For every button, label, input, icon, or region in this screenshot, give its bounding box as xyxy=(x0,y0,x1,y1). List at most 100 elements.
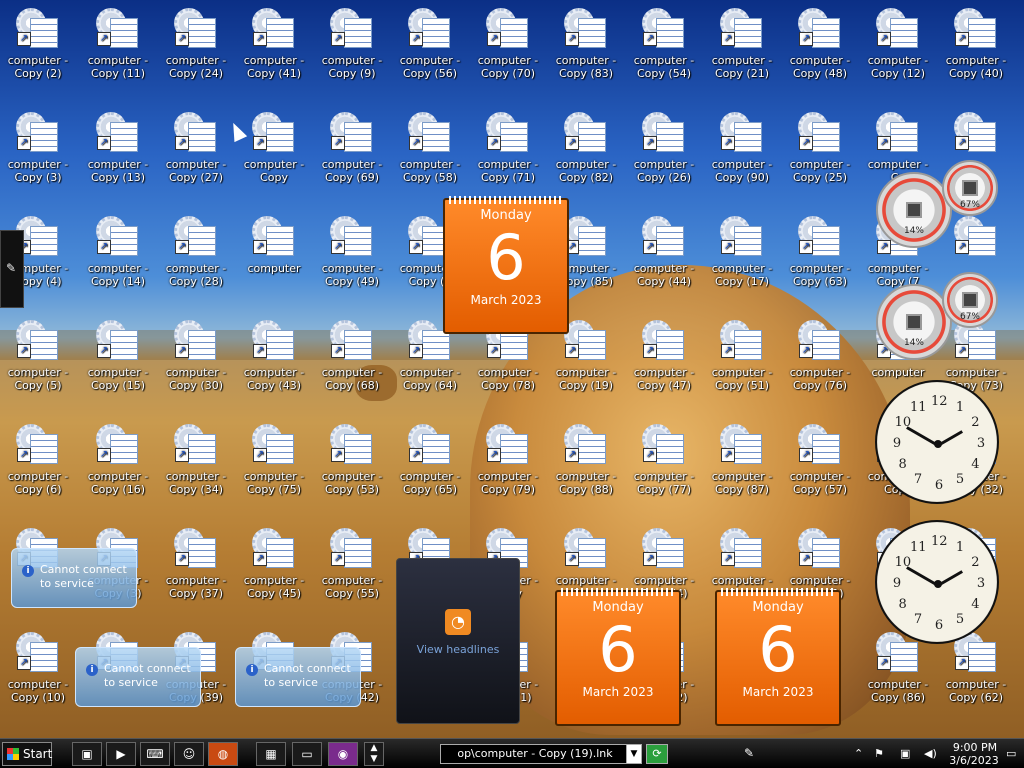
notice-gadget[interactable]: i Cannot connect to service xyxy=(75,647,201,707)
desktop-shortcut[interactable]: ↗ computer - Copy (90) xyxy=(704,106,780,206)
desktop-shortcut[interactable]: ↗ computer - Copy (16) xyxy=(80,418,156,518)
desktop-shortcut[interactable]: ↗ computer - Copy (12) xyxy=(860,2,936,102)
desktop-shortcut[interactable]: ↗ computer - Copy xyxy=(236,106,312,206)
shortcut-icon: ↗ xyxy=(14,110,62,154)
desktop-shortcut[interactable]: ↗ computer - Copy (65) xyxy=(392,418,468,518)
desktop-shortcut[interactable]: ↗ computer - Copy (3) xyxy=(0,106,76,206)
desktop-shortcut[interactable]: ↗ computer - Copy (11) xyxy=(80,2,156,102)
desktop-shortcut[interactable]: ↗ computer xyxy=(236,210,312,310)
notice-gadget[interactable]: i Cannot connect to service xyxy=(235,647,361,707)
desktop-shortcut[interactable]: ↗ computer - Copy (82) xyxy=(548,106,624,206)
desktop-shortcut[interactable]: ↗ computer - Copy (21) xyxy=(704,2,780,102)
feed-headlines-gadget[interactable]: ◔ View headlines xyxy=(396,558,520,724)
desktop-shortcut[interactable]: ↗ computer - Copy (34) xyxy=(158,418,234,518)
desktop-shortcut[interactable]: ↗ computer - Copy (43) xyxy=(236,314,312,414)
desktop-shortcut[interactable]: ↗ computer - Copy (17) xyxy=(704,210,780,310)
start-button[interactable]: Start xyxy=(2,742,52,766)
clock-gadget[interactable]: 1 2 3 4 5 6 7 8 9 10 11 12 xyxy=(875,520,999,644)
desktop-shortcut[interactable]: ↗ computer - Copy (76) xyxy=(782,314,858,414)
shortcut-label: computer - Copy (19) xyxy=(555,366,617,392)
desktop-shortcut[interactable]: ↗ computer - Copy (88) xyxy=(548,418,624,518)
desktop-shortcut[interactable]: ↗ computer - Copy (9) xyxy=(314,2,390,102)
desktop-shortcut[interactable]: ↗ computer - Copy (83) xyxy=(548,2,624,102)
desktop-shortcut[interactable]: ↗ computer - Copy (68) xyxy=(314,314,390,414)
desktop-shortcut[interactable]: ↗ computer - Copy (15) xyxy=(80,314,156,414)
chevron-down-icon[interactable]: ▼ xyxy=(626,744,642,764)
desktop-shortcut[interactable]: ↗ computer - Copy (69) xyxy=(314,106,390,206)
desktop-shortcut[interactable]: ↗ computer - Copy (45) xyxy=(236,522,312,622)
desktop-shortcut[interactable]: ↗ computer - Copy (44) xyxy=(626,210,702,310)
quicklaunch-scroll-icon[interactable]: ▲ ▼ xyxy=(364,742,384,766)
cpu-meter-gadget[interactable]: 14% xyxy=(876,284,952,360)
desktop-shortcut[interactable]: ↗ computer - Copy (70) xyxy=(470,2,546,102)
desktop-shortcut[interactable]: ↗ computer - Copy (27) xyxy=(158,106,234,206)
shortcut-label: computer - Copy (9) xyxy=(321,54,383,80)
desktop-shortcut[interactable]: ↗ computer - Copy (51) xyxy=(704,314,780,414)
go-button[interactable]: ⟳ xyxy=(646,744,668,764)
shortcut-icon: ↗ xyxy=(94,214,142,258)
desktop-shortcut[interactable]: ↗ computer - Copy (79) xyxy=(470,418,546,518)
media-player-quicklaunch-icon[interactable]: ▶ xyxy=(106,742,136,766)
clock-gadget[interactable]: 1 2 3 4 5 6 7 8 9 10 11 12 xyxy=(875,380,999,504)
desktop-shortcut[interactable]: ↗ computer - Copy (75) xyxy=(236,418,312,518)
desktop-shortcut[interactable]: ↗ computer - Copy (56) xyxy=(392,2,468,102)
desktop-shortcut[interactable]: ↗ computer - Copy (57) xyxy=(782,418,858,518)
desktop-shortcut[interactable]: ↗ computer - Copy (49) xyxy=(314,210,390,310)
firefox-quicklaunch-icon[interactable]: ◍ xyxy=(208,742,238,766)
desktop-shortcut[interactable]: ↗ computer - Copy (48) xyxy=(782,2,858,102)
edit-tray-icon[interactable]: ✎ xyxy=(744,746,754,760)
desktop-shortcut[interactable]: ↗ computer - Copy (40) xyxy=(938,2,1014,102)
desktop-shortcut[interactable]: ↗ computer - Copy (54) xyxy=(626,2,702,102)
desktop-shortcut[interactable]: ↗ computer - Copy (63) xyxy=(782,210,858,310)
desktop-shortcut[interactable]: ↗ computer - Copy (14) xyxy=(80,210,156,310)
show-desktop-icon[interactable]: ▭ xyxy=(1006,747,1016,760)
desktop-shortcut[interactable]: ↗ computer - Copy (6) xyxy=(0,418,76,518)
desktop-shortcut[interactable]: ↗ computer - Copy (26) xyxy=(626,106,702,206)
clock-time[interactable]: 9:00 PM xyxy=(950,741,1000,754)
calendar-gadget[interactable]: Monday 6 March 2023 xyxy=(443,196,569,334)
computer-quicklaunch-icon[interactable]: ▣ xyxy=(72,742,102,766)
clock-date[interactable]: 3/6/2023 xyxy=(946,754,1002,767)
desktop-shortcut[interactable]: ↗ computer - Copy (58) xyxy=(392,106,468,206)
shortcut-icon: ↗ xyxy=(172,422,220,466)
desktop-shortcut[interactable]: ↗ computer - Copy (30) xyxy=(158,314,234,414)
address-bar-input[interactable]: op\computer - Copy (19).lnk xyxy=(440,744,630,764)
desktop-shortcut[interactable]: ↗ computer - Copy (24) xyxy=(158,2,234,102)
shortcut-icon: ↗ xyxy=(484,6,532,50)
cpu-meter-gadget[interactable]: 14% xyxy=(876,172,952,248)
desktop-shortcut[interactable]: ↗ computer - Copy (77) xyxy=(626,418,702,518)
desktop-shortcut[interactable]: ↗ computer - Copy (28) xyxy=(158,210,234,310)
volume-icon[interactable]: ◀) xyxy=(924,747,937,760)
action-center-flag-icon[interactable]: ⚑ xyxy=(874,747,884,760)
desktop-shortcut[interactable]: ↗ computer - Copy (10) xyxy=(0,626,76,726)
desktop-shortcut[interactable]: ↗ computer - Copy (37) xyxy=(158,522,234,622)
desktop-shortcut[interactable]: ↗ computer - Copy (5) xyxy=(0,314,76,414)
window-quicklaunch-icon[interactable]: ▭ xyxy=(292,742,322,766)
calendar-gadget[interactable]: Monday 6 March 2023 xyxy=(555,588,681,726)
calculator-quicklaunch-icon[interactable]: ▦ xyxy=(256,742,286,766)
chevron-up-icon[interactable]: ⌃ xyxy=(854,747,863,760)
desktop-shortcut[interactable]: ↗ computer - Copy (87) xyxy=(704,418,780,518)
cpu-percent: 14% xyxy=(903,226,924,236)
desktop-shortcut[interactable]: ↗ computer - Copy (55) xyxy=(314,522,390,622)
notice-gadget[interactable]: i Cannot connect to service xyxy=(11,548,137,608)
desktop-shortcut[interactable]: ↗ computer - Copy (47) xyxy=(626,314,702,414)
sidebar-toggle[interactable]: ✎ xyxy=(0,230,24,308)
memory-meter-gadget[interactable]: 67% xyxy=(942,160,998,216)
network-icon[interactable]: ▣ xyxy=(900,747,910,760)
shortcut-label: computer - Copy xyxy=(243,158,305,184)
desktop-shortcut[interactable]: ↗ computer - Copy (25) xyxy=(782,106,858,206)
desktop-shortcut[interactable]: ↗ computer - Copy (53) xyxy=(314,418,390,518)
view-headlines-link[interactable]: View headlines xyxy=(397,643,519,656)
desktop-shortcut[interactable]: ↗ computer - Copy (13) xyxy=(80,106,156,206)
desktop-shortcut[interactable]: ↗ computer - Copy (2) xyxy=(0,2,76,102)
desktop-shortcut[interactable]: ↗ computer - Copy (71) xyxy=(470,106,546,206)
memory-meter-gadget[interactable]: 67% xyxy=(942,272,998,328)
memory-icon xyxy=(962,292,978,308)
terminal-quicklaunch-icon[interactable]: ⌨ xyxy=(140,742,170,766)
messenger-quicklaunch-icon[interactable]: ☺ xyxy=(174,742,204,766)
shortcut-label: computer - Copy (34) xyxy=(165,470,227,496)
desktop-shortcut[interactable]: ↗ computer - Copy (41) xyxy=(236,2,312,102)
calendar-gadget[interactable]: Monday 6 March 2023 xyxy=(715,588,841,726)
app-quicklaunch-icon[interactable]: ◉ xyxy=(328,742,358,766)
